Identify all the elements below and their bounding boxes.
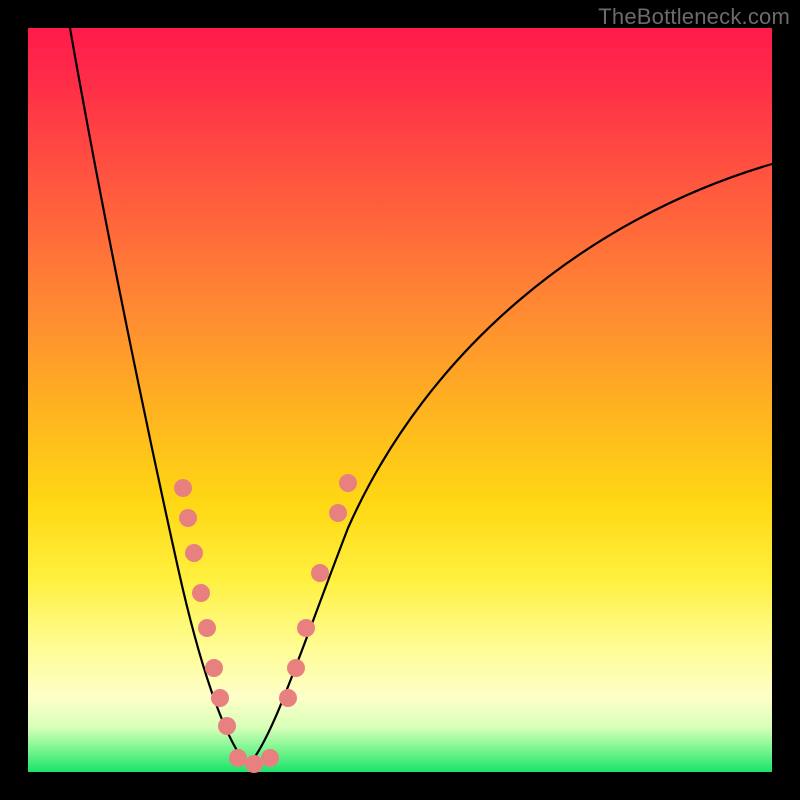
p-right-6 — [339, 474, 357, 492]
p-right-3 — [297, 619, 315, 637]
p-right-2 — [287, 659, 305, 677]
p-right-1 — [279, 689, 297, 707]
data-points — [174, 474, 357, 773]
p-right-4 — [311, 564, 329, 582]
p-left-4 — [192, 584, 210, 602]
plot-frame — [28, 28, 772, 772]
p-bottom-2 — [245, 755, 263, 773]
p-left-8 — [218, 717, 236, 735]
chart-svg — [28, 28, 772, 772]
p-bottom-1 — [229, 749, 247, 767]
p-bottom-3 — [261, 749, 279, 767]
p-left-5 — [198, 619, 216, 637]
curve-right-branch — [248, 164, 772, 766]
p-left-3 — [185, 544, 203, 562]
p-left-6 — [205, 659, 223, 677]
watermark-text: TheBottleneck.com — [598, 4, 790, 30]
p-left-7 — [211, 689, 229, 707]
p-left-1 — [174, 479, 192, 497]
curve-left-branch — [70, 28, 248, 766]
p-left-2 — [179, 509, 197, 527]
p-right-5 — [329, 504, 347, 522]
